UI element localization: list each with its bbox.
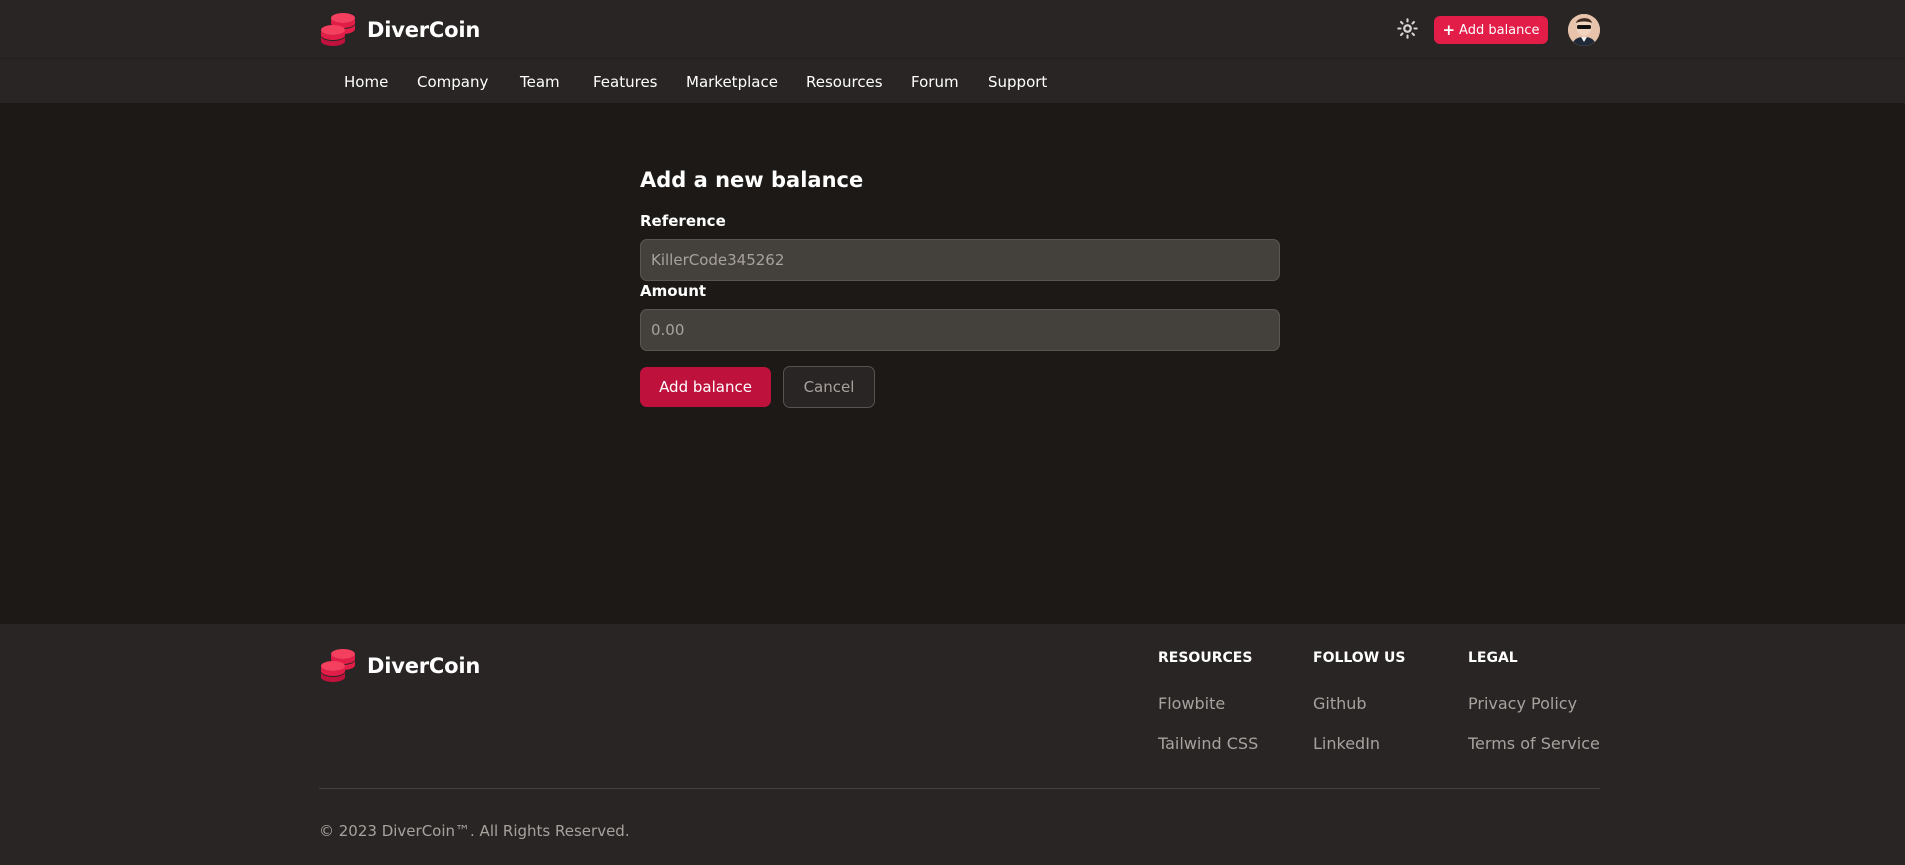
brand-logo-link[interactable]: DiverCoin [319,11,480,49]
nav-item-support[interactable]: Support [988,73,1047,91]
coin-stack-icon [321,13,355,46]
main-nav: Home Company Team Features Marketplace R… [0,58,1905,103]
reference-label: Reference [640,212,726,230]
footer-brand-logo-link[interactable]: DiverCoin [319,647,480,685]
footer-heading-resources: Resources [1158,650,1253,666]
amount-input[interactable] [640,309,1280,351]
reference-input[interactable] [640,239,1280,281]
amount-label: Amount [640,282,707,300]
sun-icon[interactable] [1397,18,1418,39]
copyright-text: © 2023 DiverCoin™. All Rights Reserved. [319,822,630,840]
user-avatar[interactable] [1568,14,1600,46]
nav-item-forum[interactable]: Forum [911,73,959,91]
nav-item-marketplace[interactable]: Marketplace [686,73,778,91]
footer-link-github[interactable]: Github [1313,694,1367,713]
footer-heading-legal: Legal [1468,650,1518,666]
nav-item-team[interactable]: Team [520,73,560,91]
header-add-balance-button[interactable]: + Add balance [1434,16,1548,44]
avatar-icon [1568,14,1600,46]
footer-brand-name: DiverCoin [367,654,481,678]
add-balance-submit-button[interactable]: Add balance [640,367,771,407]
footer-link-linkedin[interactable]: LinkedIn [1313,734,1380,753]
coin-stack-icon [321,649,355,682]
footer-link-privacy[interactable]: Privacy Policy [1468,694,1577,713]
cancel-button[interactable]: Cancel [783,366,875,408]
header-add-balance-label: Add balance [1459,22,1540,38]
nav-item-resources[interactable]: Resources [806,73,883,91]
footer-link-tailwind[interactable]: Tailwind CSS [1158,734,1258,753]
footer-link-terms[interactable]: Terms of Service [1468,734,1600,753]
brand-name: DiverCoin [367,18,481,42]
nav-item-company[interactable]: Company [417,73,488,91]
plus-icon: + [1442,20,1456,39]
footer-heading-follow-us: Follow us [1313,650,1406,666]
nav-item-home[interactable]: Home [344,73,388,91]
page-footer: DiverCoin Resources Flowbite Tailwind CS… [0,624,1905,865]
top-header: DiverCoin + Add balance [0,0,1905,58]
nav-item-features[interactable]: Features [593,73,658,91]
footer-divider [319,788,1600,789]
footer-link-flowbite[interactable]: Flowbite [1158,694,1225,713]
page-title: Add a new balance [640,168,864,192]
